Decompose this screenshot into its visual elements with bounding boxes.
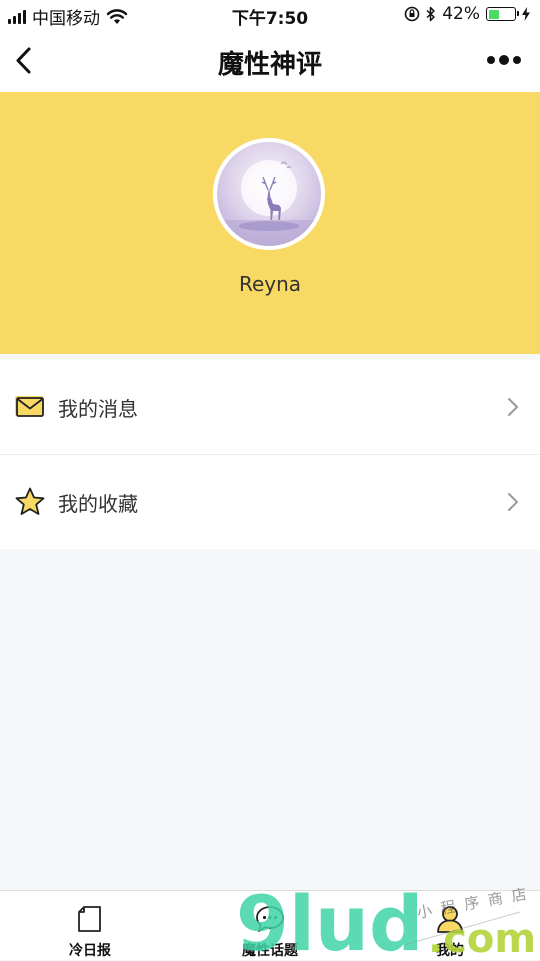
document-icon (78, 906, 101, 932)
menu-list: 我的消息 我的收藏 (0, 360, 540, 549)
tab-label: 魔性话题 (242, 943, 298, 959)
tab-bar: 冷日报 魔性话题 我的 (0, 890, 540, 960)
chevron-right-icon (508, 493, 518, 511)
username: Reyna (238, 272, 302, 296)
tab-label: 冷日报 (69, 943, 111, 959)
menu-item-favorites[interactable]: 我的收藏 (0, 454, 540, 549)
tab-mine[interactable]: 我的 (360, 891, 540, 961)
chevron-right-icon (508, 398, 518, 416)
menu-item-messages[interactable]: 我的消息 (0, 360, 540, 454)
profile-header: Reyna (0, 92, 540, 354)
status-bar: 中国移动 下午7:50 42% (0, 0, 540, 30)
navigation-bar: 魔性神评 (0, 30, 540, 92)
tab-label: 我的 (436, 943, 464, 959)
status-bar-right: 42% (404, 4, 530, 24)
tab-daily[interactable]: 冷日报 (0, 891, 180, 961)
battery-level (488, 9, 499, 19)
menu-item-label: 我的收藏 (58, 491, 138, 516)
star-icon (15, 487, 45, 515)
battery-icon (486, 7, 519, 21)
battery-percent: 42% (442, 4, 480, 24)
envelope-icon (15, 396, 44, 417)
chat-bubble-icon (256, 906, 284, 932)
tab-topics[interactable]: 魔性话题 (180, 891, 360, 961)
rotation-lock-icon (404, 6, 420, 22)
menu-item-label: 我的消息 (58, 396, 138, 421)
charging-bolt-icon (522, 7, 530, 21)
page-title: 魔性神评 (217, 50, 322, 80)
more-dots-icon (487, 55, 521, 65)
bluetooth-icon (426, 6, 435, 22)
avatar[interactable] (213, 138, 325, 250)
deer-moon-avatar-image (213, 138, 325, 250)
user-icon (437, 906, 463, 933)
more-options-button[interactable] (486, 52, 522, 68)
